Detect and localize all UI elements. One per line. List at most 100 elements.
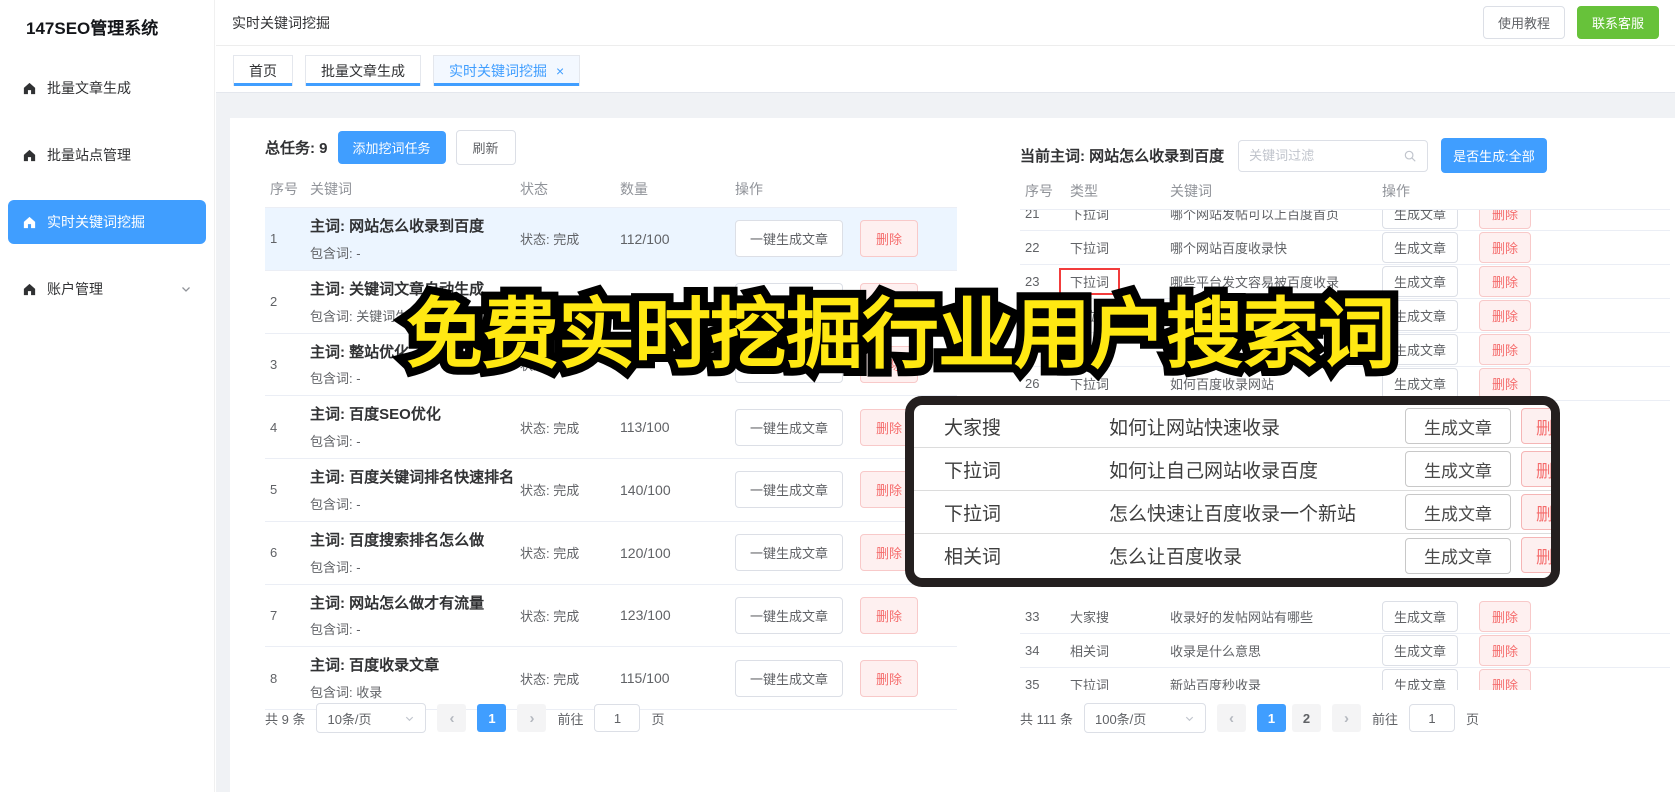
page-size-select[interactable]: 100条/页: [1083, 703, 1206, 733]
keyword-type: 下拉词: [1070, 309, 1110, 324]
tasks-table: 序号 关键词 状态 数量 操作 1 主词: 网站怎么收录到百度 包含词: - 状态: …: [265, 173, 957, 710]
delete-button[interactable]: 删除: [860, 220, 919, 258]
delete-button[interactable]: 删除: [1479, 601, 1532, 632]
keyword-text: 如何让网站快速收录: [1109, 417, 1281, 439]
keyword-type: 下拉词: [1070, 678, 1110, 690]
col-ops: 操作: [1382, 183, 1410, 199]
prev-page-button[interactable]: [1216, 704, 1246, 732]
delete-button[interactable]: 删除: [860, 659, 919, 697]
generate-article-button[interactable]: 生成文章: [1382, 601, 1459, 632]
refresh-button[interactable]: 刷新: [455, 130, 516, 165]
home-icon: [23, 216, 36, 228]
delete-button[interactable]: 删除: [1479, 368, 1532, 399]
generate-article-button[interactable]: 生成文章: [1382, 300, 1459, 331]
task-main-word: 主词: 百度SEO优化: [310, 406, 441, 424]
contact-support-button[interactable]: 联系客服: [1576, 6, 1659, 39]
generate-articles-button[interactable]: 一键生成文章: [735, 220, 844, 258]
home-icon: [23, 82, 36, 94]
generate-articles-button[interactable]: 一键生成文章: [735, 345, 844, 383]
chevron-down-icon: [182, 287, 190, 292]
page-buttons: 12: [1256, 704, 1321, 732]
keyword-text: 如何让自己网站收录百度: [1109, 460, 1319, 482]
keyword-type: 下拉词: [944, 503, 1002, 525]
page-size-select[interactable]: 10条/页: [316, 703, 427, 733]
next-page-button[interactable]: [1331, 704, 1361, 732]
generate-article-button[interactable]: 生成文章: [1382, 635, 1459, 666]
generate-article-button[interactable]: 生成文章: [1382, 210, 1459, 229]
keyword-text: 新站百度秒收录: [1170, 678, 1262, 690]
generate-filter-button[interactable]: 是否生成:全部: [1441, 138, 1547, 173]
close-icon[interactable]: [547, 63, 564, 79]
keyword-actions: 生成文章 删除: [1377, 232, 1670, 263]
col-type: 类型: [1070, 183, 1098, 199]
generate-articles-button[interactable]: 一键生成文章: [735, 283, 844, 321]
delete-button[interactable]: 删除: [1479, 210, 1532, 229]
tab-keyword-mining[interactable]: 实时关键词挖掘: [433, 55, 581, 86]
generate-article-button: 生成文章: [1405, 494, 1511, 530]
generate-articles-button[interactable]: 一键生成文章: [735, 534, 844, 572]
next-page-button[interactable]: [517, 704, 547, 732]
task-keyword-cell: 主词: 网站怎么做才有流量 包含词: -: [305, 593, 515, 639]
tutorial-button[interactable]: 使用教程: [1482, 6, 1565, 39]
generate-articles-button[interactable]: 一键生成文章: [735, 471, 844, 509]
task-index: 3: [270, 356, 278, 372]
sidebar-item-account[interactable]: 账户管理: [8, 267, 206, 311]
sidebar-item-label: 账户管理: [47, 281, 103, 297]
generate-article-button[interactable]: 生成文章: [1382, 669, 1459, 690]
chevron-down-icon: [1185, 716, 1194, 721]
keyword-filter-input[interactable]: [1249, 148, 1404, 163]
task-status: 状态: 完成: [520, 232, 580, 248]
page-button[interactable]: 1: [477, 704, 507, 732]
generate-article-button[interactable]: 生成文章: [1382, 232, 1459, 263]
task-status: 状态: 完成: [520, 608, 580, 624]
task-status: 状态: 完成: [520, 546, 580, 562]
generate-article-button: 生成文章: [1405, 537, 1511, 574]
task-include-word: 包含词: -: [310, 622, 361, 638]
page-button[interactable]: 2: [1291, 704, 1321, 732]
sidebar-item-label: 批量站点管理: [47, 147, 131, 163]
keyword-row: 25 大家搜 生成文章 删除: [1020, 333, 1670, 367]
keyword-text: 收录是什么意思: [1170, 644, 1262, 659]
delete-button[interactable]: 删除: [1479, 266, 1532, 297]
keyword-actions: 生成文章 删除: [1377, 300, 1670, 331]
sidebar-item-keyword-mining[interactable]: 实时关键词挖掘: [8, 200, 206, 244]
keyword-index: 35: [1025, 677, 1040, 690]
keyword-text: 如何百度收录网站: [1170, 377, 1275, 392]
keyword-row: 35 下拉词 新站百度秒收录 生成文章 删除: [1020, 668, 1670, 690]
goto-page-input[interactable]: [594, 704, 641, 732]
delete-button[interactable]: 删除: [1479, 635, 1532, 666]
goto-page-input[interactable]: [1409, 704, 1455, 732]
add-task-button[interactable]: 添加挖词任务: [337, 131, 446, 164]
task-row: 5 主词: 百度关键词排名快速排名 包含词: - 状态: 完成 140/100 一键生成文…: [265, 459, 957, 522]
generate-articles-button[interactable]: 一键生成文章: [735, 659, 844, 697]
sidebar-item-batch-article[interactable]: 批量文章生成: [8, 66, 206, 110]
tab-batch-article[interactable]: 批量文章生成: [305, 55, 421, 86]
keyword-type: 下拉词: [944, 460, 1002, 482]
sidebar-item-batch-site[interactable]: 批量站点管理: [8, 133, 206, 177]
delete-button[interactable]: 删除: [860, 596, 919, 634]
delete-button[interactable]: 删除: [1479, 300, 1532, 331]
task-index: 1: [270, 231, 278, 247]
generate-article-button[interactable]: 生成文章: [1382, 334, 1459, 365]
tab-home[interactable]: 首页: [233, 55, 293, 86]
task-main-word: 主词: 百度关键词排名快速排名: [310, 469, 515, 486]
generate-article-button[interactable]: 生成文章: [1382, 266, 1459, 297]
delete-button[interactable]: 删除: [1479, 334, 1532, 365]
goto-label: 前往: [557, 711, 584, 727]
delete-button[interactable]: 删除: [1479, 669, 1532, 690]
generate-article-button[interactable]: 生成文章: [1382, 368, 1459, 399]
delete-button[interactable]: 删除: [860, 345, 919, 383]
delete-button[interactable]: 删除: [860, 283, 919, 321]
total-count: 共 111 条: [1020, 711, 1073, 727]
tasks-pagination: 共 9 条 10条/页 1 前往 页: [265, 703, 665, 733]
page-button[interactable]: 1: [1256, 704, 1286, 732]
prev-page-button[interactable]: [437, 704, 467, 732]
task-row: 3 主词: 整站优化 包含词: - 状态: 完成 一键生成文章 删除: [265, 334, 957, 397]
generate-articles-button[interactable]: 一键生成文章: [735, 408, 844, 446]
keyword-type: 下拉词: [1070, 241, 1110, 256]
breadcrumb: 实时关键词挖掘: [232, 14, 330, 31]
keyword-index: 24: [1025, 308, 1040, 323]
delete-button[interactable]: 删除: [1479, 232, 1532, 263]
generate-articles-button[interactable]: 一键生成文章: [735, 596, 844, 634]
tab-bar: 首页 批量文章生成 实时关键词挖掘: [216, 46, 1675, 93]
